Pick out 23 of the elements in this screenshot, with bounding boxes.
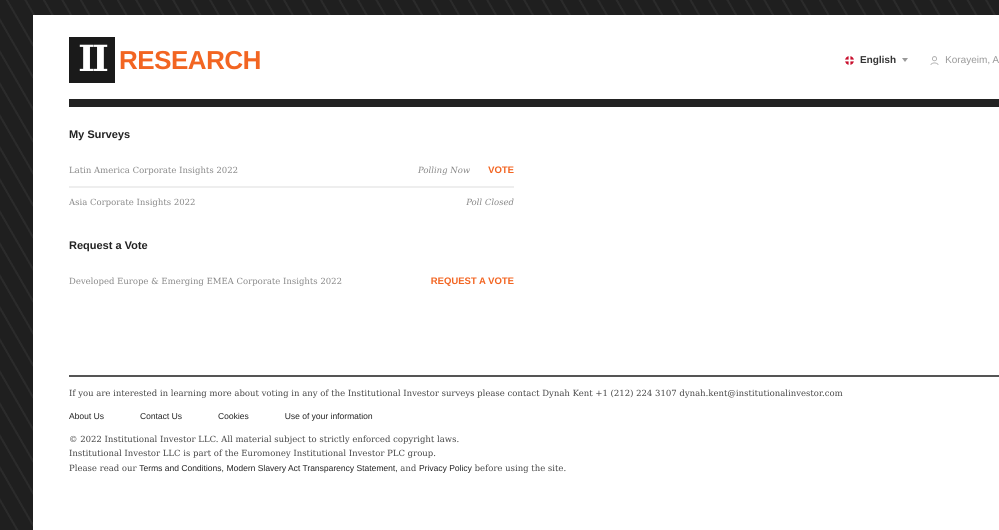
caret-icon [902, 58, 908, 62]
legal-notice: Please read our Terms and Conditions, Modern Slavery Act Transparency Statement, and Privacy Policy before using the site. [69, 462, 568, 476]
policy-link[interactable]: Modern Slavery Act Transparency Statement, [226, 463, 398, 473]
flag-icon [844, 56, 854, 64]
survey-name: Asia Corporate Insights 2022 [69, 198, 196, 208]
policy-link[interactable]: Privacy Policy [419, 463, 472, 473]
language-selector[interactable]: English [844, 54, 908, 66]
user-icon [930, 56, 940, 64]
contact-text: If you are interested in learning more about voting in any of the Institutional Investor surveys please contact Dynah Kent +1 (212) 224 3107 dynah.kent@institutionalinvestor.com [69, 389, 844, 399]
section-title: My Surveys [69, 129, 132, 141]
section-title: Request a Vote [69, 240, 149, 252]
poll-status: Polling Now [417, 166, 470, 176]
footer-link[interactable]: Cookies [218, 411, 249, 421]
survey-name: Latin America Corporate Insights 2022 [69, 166, 240, 176]
survey-name: Developed Europe & Emerging EMEA Corporate Insights 2022 [69, 276, 343, 286]
policy-link[interactable]: Terms and Conditions, [139, 463, 224, 473]
copyright-text: © 2022 Institutional Investor LLC. All material subject to strictly enforced copyright laws. [69, 434, 460, 447]
footer-link[interactable]: Use of your information [284, 411, 373, 421]
copyright-text: Institutional Investor LLC is part of the Euromoney Institutional Investor PLC group. [69, 448, 437, 461]
footer-link[interactable]: Contact Us [140, 411, 182, 421]
footer-link[interactable]: About Us [69, 411, 104, 421]
logo[interactable]: II RESEARCH [69, 37, 261, 83]
poll-status: Poll Closed [465, 198, 514, 208]
